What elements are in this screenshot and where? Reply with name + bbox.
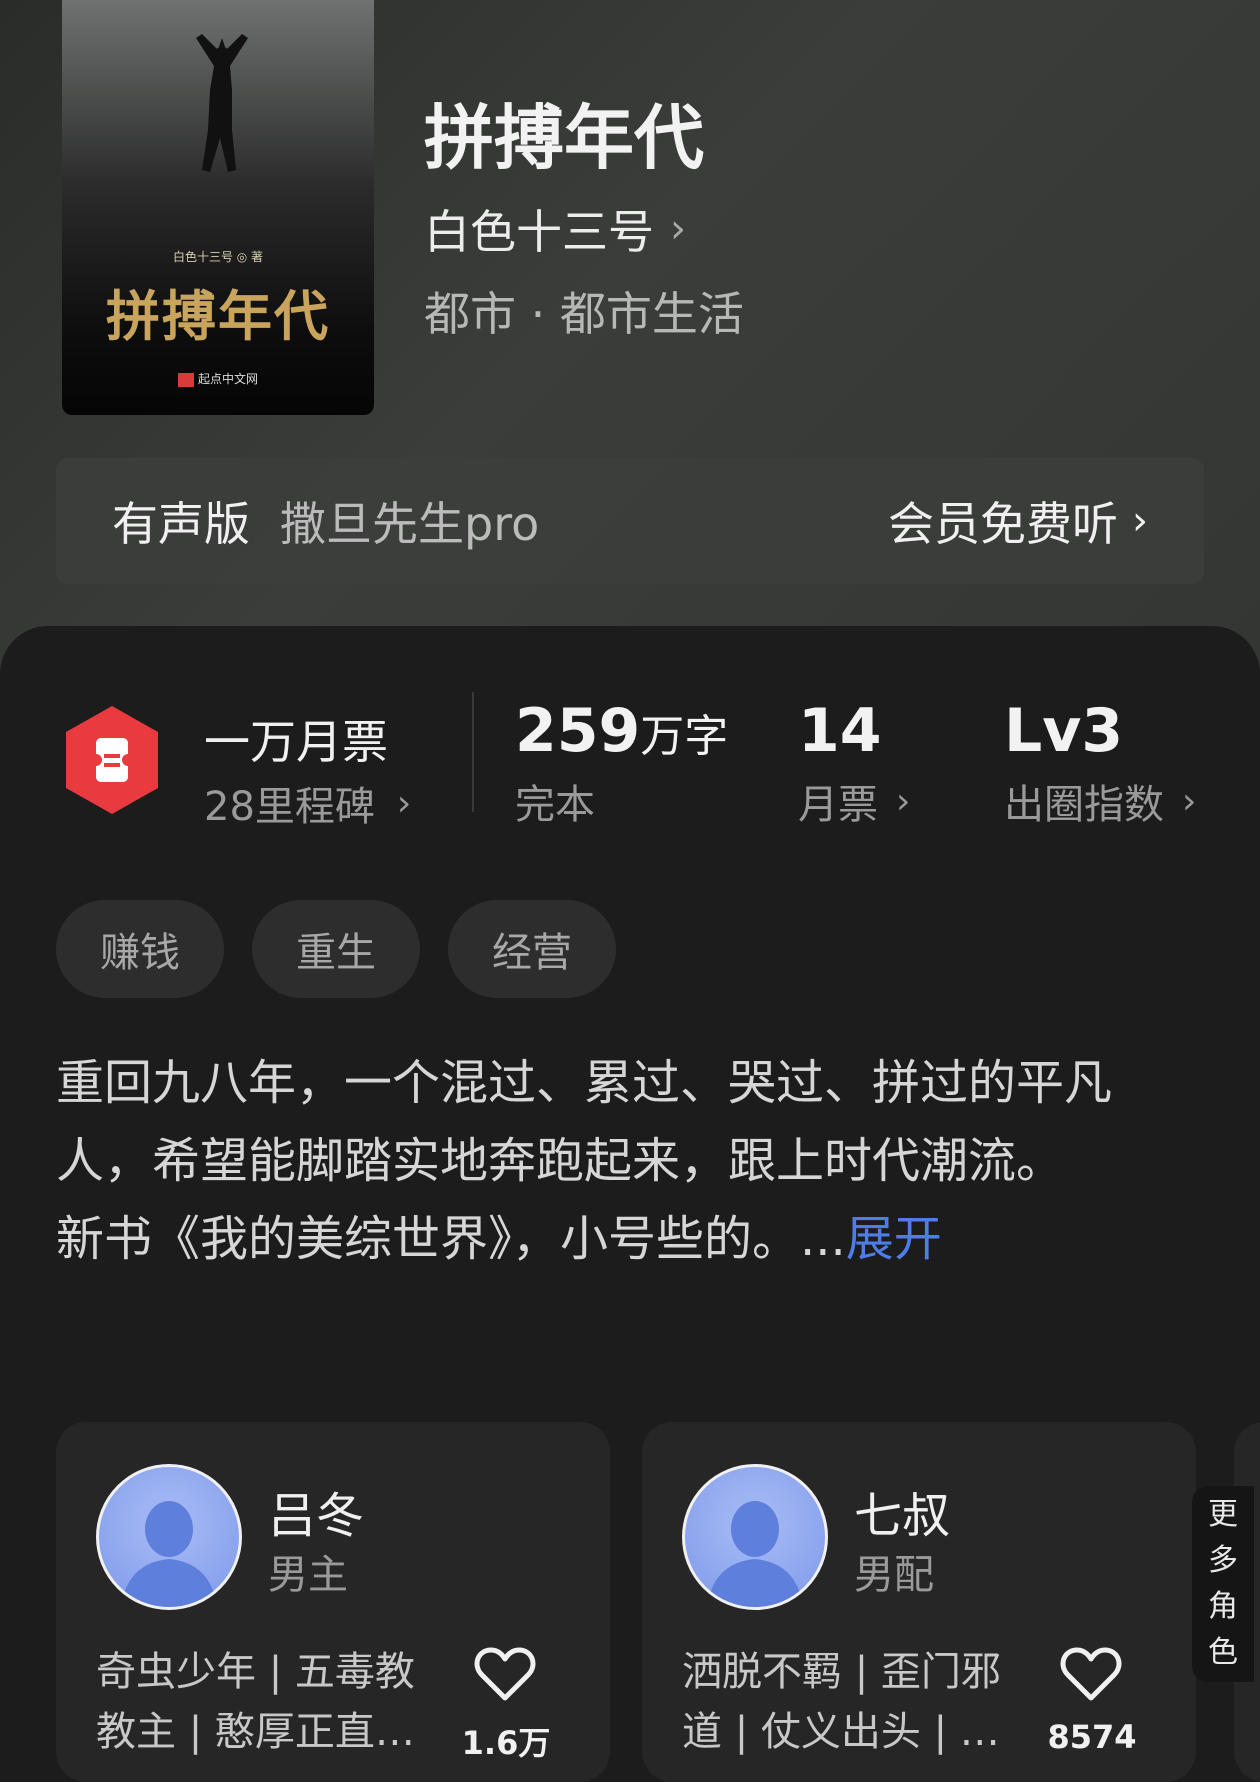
book-genre[interactable]: 都市 · 都市生活	[424, 278, 744, 344]
character-description: 奇虫少年 | 五毒教教主 | 憨厚正直…	[96, 1649, 415, 1755]
influence-value: Lv3	[1004, 696, 1124, 766]
avatar	[96, 1464, 242, 1610]
stats-row: 一万月票 28里程碑 › 259万字 完本 14 月票 › Lv3 出圈指数 ›	[0, 626, 1260, 830]
completion-status: 完本	[515, 782, 595, 828]
author-name: 白色十三号	[424, 205, 654, 259]
tag-chip[interactable]: 赚钱	[56, 900, 224, 998]
word-count-stat: 259万字 完本	[515, 696, 728, 830]
character-name: 吕冬	[268, 1488, 365, 1544]
tag-chip[interactable]: 重生	[252, 900, 420, 998]
chevron-right-icon: ›	[1132, 498, 1148, 544]
tag-list: 赚钱 重生 经营	[56, 900, 616, 998]
book-header: 白色十三号 ◎ 著 拼搏年代 起点中文网 拼搏年代 白色十三号 › 都市 · 都…	[0, 0, 1260, 700]
like-count: 8574	[1047, 1718, 1137, 1756]
stats-divider	[472, 692, 474, 812]
person-silhouette-icon	[707, 1501, 803, 1607]
more-roles-char: 色	[1208, 1635, 1238, 1670]
influence-stat[interactable]: Lv3 出圈指数 ›	[1004, 696, 1196, 830]
character-name: 七叔	[854, 1488, 951, 1544]
milestone-link[interactable]: 28里程碑 ›	[204, 774, 411, 832]
publisher-logo-icon	[177, 372, 194, 387]
character-role: 男主	[268, 1552, 348, 1598]
synopsis-line: 重回九八年，一个混过、累过、哭过、拼过的平凡人，希望能脚踏实地奔跑起来，跟上时代…	[56, 1055, 1113, 1189]
like-count: 1.6万	[461, 1724, 551, 1762]
more-roles-button[interactable]: 更 多 角 色	[1192, 1486, 1254, 1682]
milestone-label: 28里程碑	[204, 784, 375, 830]
heart-outline-icon[interactable]	[474, 1646, 536, 1702]
ticket-badge-icon[interactable]	[62, 704, 162, 816]
more-roles-char: 更	[1208, 1497, 1238, 1532]
cover-figure-illustration	[196, 34, 248, 172]
audio-edition-label: 有声版	[112, 497, 250, 551]
word-count-value: 259	[515, 696, 641, 766]
character-card[interactable]: 七叔 男配 洒脱不羁 | 歪门邪道 | 仗义出头 | … 8574	[642, 1422, 1196, 1782]
monthly-votes-label: 月票	[798, 782, 878, 828]
book-title: 拼搏年代	[424, 96, 704, 179]
expand-link[interactable]: 展开	[846, 1211, 942, 1267]
chevron-right-icon: ›	[670, 206, 686, 252]
person-silhouette-icon	[121, 1501, 217, 1607]
heart-outline-icon[interactable]	[1060, 1646, 1122, 1702]
listen-free-label: 会员免费听	[888, 497, 1118, 551]
chevron-right-icon: ›	[1182, 780, 1197, 822]
chevron-right-icon: ›	[896, 780, 911, 822]
chevron-right-icon: ›	[396, 782, 412, 824]
audio-narrator: 撒旦先生pro	[280, 497, 540, 551]
word-count-unit: 万字	[640, 711, 729, 762]
character-role: 男配	[854, 1552, 934, 1598]
character-description: 洒脱不羁 | 歪门邪道 | 仗义出头 | …	[682, 1649, 1001, 1755]
more-roles-char: 角	[1208, 1589, 1238, 1624]
monthly-votes-stat[interactable]: 14 月票 ›	[798, 696, 910, 830]
book-detail-panel: 一万月票 28里程碑 › 259万字 完本 14 月票 › Lv3 出圈指数 › 赚…	[0, 626, 1260, 1782]
cover-author-line: 白色十三号 ◎ 著	[172, 250, 264, 264]
book-cover[interactable]: 白色十三号 ◎ 著 拼搏年代 起点中文网	[62, 0, 374, 415]
cover-publisher-name: 起点中文网	[197, 372, 258, 386]
influence-label: 出圈指数	[1004, 782, 1164, 828]
author-link[interactable]: 白色十三号 ›	[424, 196, 686, 262]
character-card[interactable]: 吕冬 男主 奇虫少年 | 五毒教教主 | 憨厚正直… 1.6万	[56, 1422, 610, 1782]
avatar	[682, 1464, 828, 1610]
synopsis-line: 新书《我的美综世界》，小号些的。...	[56, 1211, 846, 1267]
more-roles-char: 多	[1208, 1543, 1238, 1578]
listen-free-button[interactable]: 会员免费听 ›	[888, 488, 1148, 554]
cover-title-art: 拼搏年代	[106, 284, 330, 348]
cover-publisher: 起点中文网	[62, 370, 374, 387]
ticket-badge-title[interactable]: 一万月票	[204, 706, 388, 772]
audio-edition-bar[interactable]: 有声版 撒旦先生pro 会员免费听 ›	[56, 458, 1204, 584]
monthly-votes-value: 14	[798, 696, 882, 766]
book-synopsis[interactable]: 重回九八年，一个混过、累过、哭过、拼过的平凡人，希望能脚踏实地奔跑起来，跟上时代…	[56, 1044, 1186, 1278]
tag-chip[interactable]: 经营	[448, 900, 616, 998]
